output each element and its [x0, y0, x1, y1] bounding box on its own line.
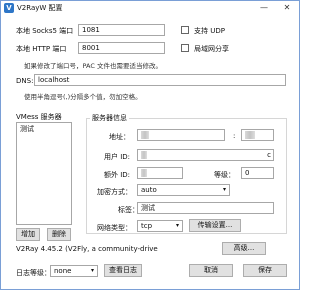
- network-value: tcp: [141, 222, 153, 230]
- extra-id-value: [141, 169, 147, 177]
- extra-id-label: 额外 ID:: [104, 171, 131, 179]
- view-log-button[interactable]: 查看日志: [104, 264, 142, 277]
- app-icon: V: [4, 3, 14, 13]
- list-item[interactable]: 测试: [17, 123, 71, 135]
- delete-server-button[interactable]: 删除: [47, 228, 71, 241]
- user-id-value: [141, 151, 147, 159]
- http-port-input[interactable]: 8001: [78, 42, 165, 54]
- chevron-down-icon: ▾: [222, 186, 226, 193]
- port-hint: 如果修改了端口号，PAC 文件也需要适当修改。: [24, 62, 162, 70]
- level-input[interactable]: 0: [241, 167, 274, 179]
- dns-label: DNS:: [16, 77, 34, 85]
- network-label: 网络类型：: [97, 224, 132, 232]
- minimize-button[interactable]: —: [253, 1, 275, 15]
- title-bar: V V2RayW 配置 — ✕: [1, 1, 299, 15]
- security-select[interactable]: auto ▾: [137, 184, 230, 196]
- tag-input[interactable]: 测试: [137, 202, 274, 214]
- log-level-label: 日志等级：: [16, 269, 51, 277]
- advanced-button[interactable]: 高级...: [222, 242, 266, 255]
- chevron-down-icon: ▾: [175, 222, 179, 229]
- socks-port-label: 本地 Socks5 端口: [16, 27, 74, 35]
- socks-port-input[interactable]: 1081: [78, 24, 165, 36]
- vmess-servers-title: VMess 服务器: [16, 113, 62, 121]
- level-label: 等级：: [214, 171, 235, 179]
- window-title: V2RayW 配置: [17, 4, 63, 12]
- tag-label: 标签：: [118, 206, 139, 214]
- udp-checkbox[interactable]: [181, 26, 189, 34]
- dns-hint: 使用半角逗号(,)分隔多个值，勿加空格。: [24, 93, 142, 101]
- user-id-label: 用户 ID:: [104, 153, 131, 161]
- server-info-title: 服务器信息: [90, 113, 129, 123]
- version-text: V2Ray 4.45.2 (V2Fly, a community-drive: [16, 245, 158, 253]
- dns-input[interactable]: localhost: [34, 74, 286, 86]
- address-label: 地址：: [109, 133, 130, 141]
- address-value: [141, 131, 149, 139]
- transport-settings-button[interactable]: 传输设置...: [189, 219, 241, 232]
- port-value: [245, 131, 255, 139]
- close-button[interactable]: ✕: [276, 1, 298, 15]
- security-value: auto: [141, 186, 157, 194]
- config-window: V V2RayW 配置 — ✕ 本地 Socks5 端口 1081 支持 UDP…: [0, 0, 300, 290]
- port-separator: :: [233, 132, 236, 140]
- lan-share-checkbox[interactable]: [181, 44, 189, 52]
- udp-label: 支持 UDP: [194, 27, 225, 35]
- http-port-label: 本地 HTTP 端口: [16, 45, 67, 53]
- add-server-button[interactable]: 增加: [16, 228, 40, 241]
- port-input[interactable]: [241, 129, 274, 141]
- chevron-down-icon: ▾: [90, 267, 94, 274]
- security-label: 加密方式：: [97, 188, 132, 196]
- network-select[interactable]: tcp ▾: [137, 220, 183, 232]
- log-level-select[interactable]: none ▾: [50, 265, 98, 277]
- cancel-button[interactable]: 取消: [189, 264, 233, 277]
- server-list[interactable]: 测试: [16, 122, 72, 225]
- lan-share-label: 局域网分享: [194, 45, 229, 53]
- log-level-value: none: [54, 267, 72, 275]
- address-input[interactable]: [137, 129, 225, 141]
- save-button[interactable]: 保存: [243, 264, 287, 277]
- extra-id-input[interactable]: [137, 167, 183, 179]
- user-id-tail: c: [267, 151, 271, 159]
- user-id-input[interactable]: c: [137, 149, 274, 161]
